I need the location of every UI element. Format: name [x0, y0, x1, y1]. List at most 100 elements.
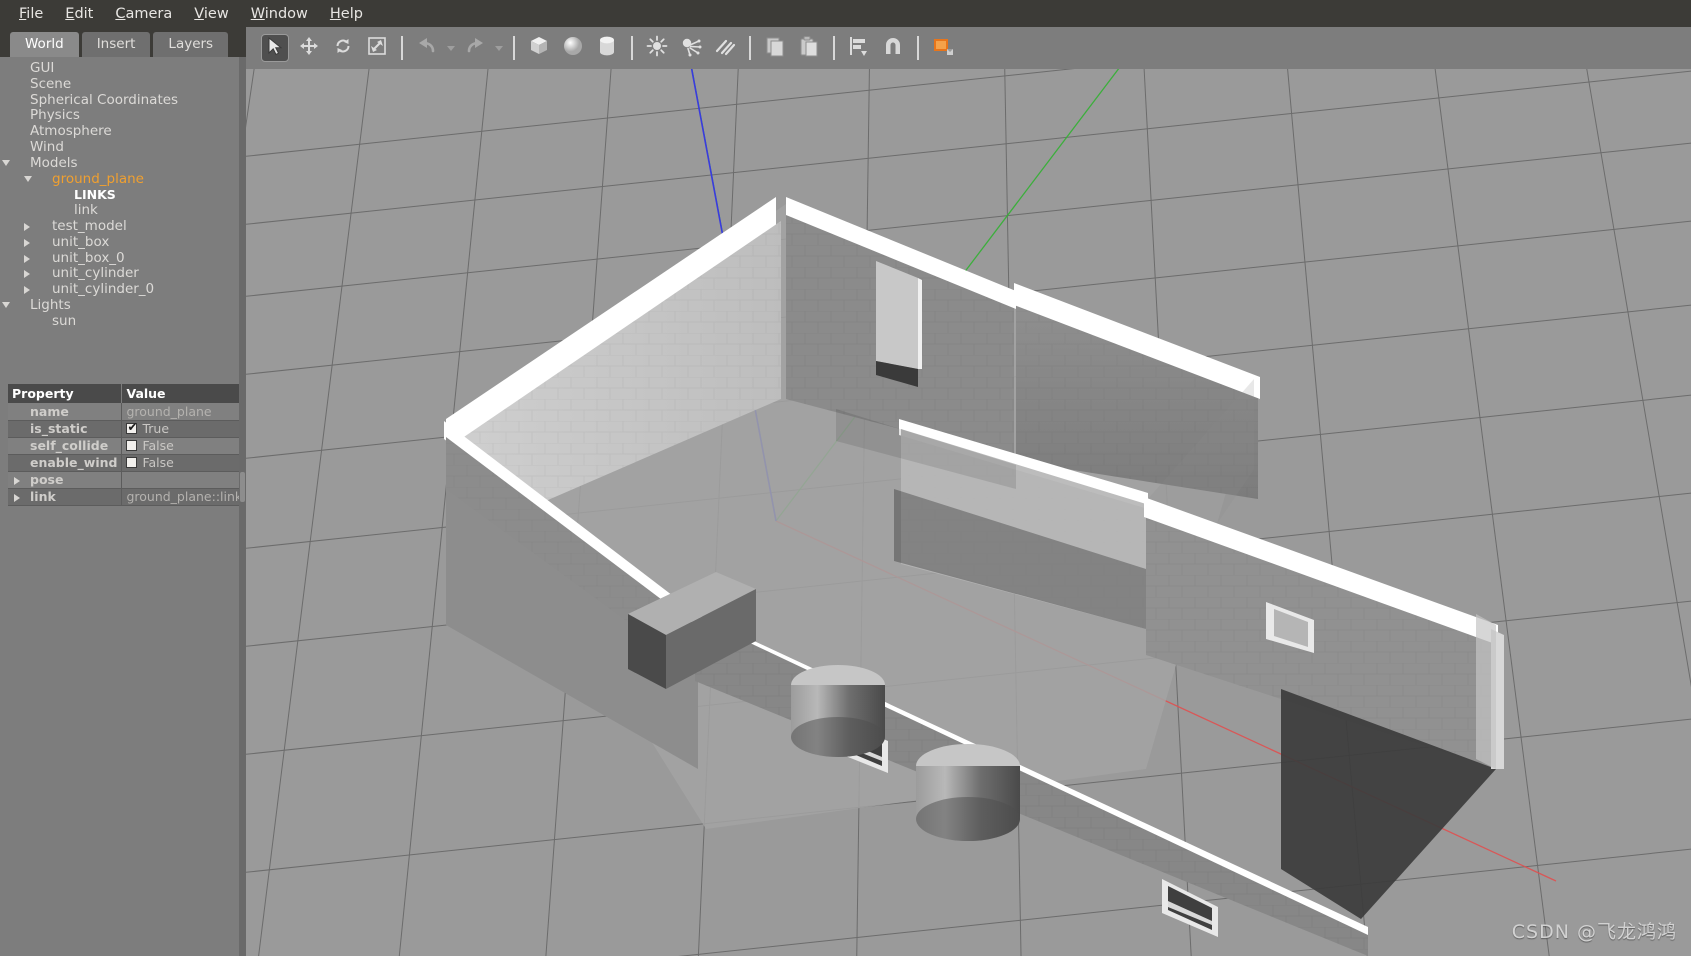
property-value-cell[interactable]: False [121, 437, 248, 455]
redo-arrow-icon [464, 36, 486, 60]
tree-item-label: link [74, 202, 98, 219]
panel-scrollbar[interactable] [239, 57, 246, 956]
menu-view[interactable]: View [183, 3, 239, 25]
copy-button[interactable] [761, 34, 789, 62]
render-viewport[interactable]: CSDN @飞龙鸿鸿 [246, 69, 1691, 956]
translate-mode-button[interactable] [295, 34, 323, 62]
tree-item-unit-cylinder[interactable]: unit_cylinder [0, 266, 243, 282]
property-name: pose [30, 472, 64, 487]
panel-tab-insert[interactable]: Insert [81, 32, 151, 57]
world-tree[interactable]: GUI Scene Spherical Coordinates Physics Atmo… [0, 57, 243, 377]
menu-camera[interactable]: Camera [104, 3, 183, 25]
rotate-arrows-icon [333, 36, 353, 60]
panel-tab-world[interactable]: World [10, 32, 79, 57]
panel-scrollbar-thumb[interactable] [240, 472, 245, 502]
tree-item-sun[interactable]: sun [0, 312, 243, 330]
undo-history[interactable] [444, 36, 458, 60]
tree-item-gui[interactable]: GUI [0, 60, 243, 77]
copy-icon [764, 35, 786, 61]
undo-button[interactable] [413, 34, 441, 62]
align-button[interactable] [845, 34, 873, 62]
tree-item-models[interactable]: Models [0, 154, 243, 172]
undo-arrow-icon [416, 36, 438, 60]
rotate-mode-button[interactable] [329, 34, 357, 62]
tree-item-label: Scene [30, 75, 72, 92]
property-value-cell[interactable]: True [121, 420, 248, 438]
chevron-right-icon[interactable] [24, 222, 30, 231]
chevron-down-icon[interactable] [24, 175, 32, 182]
tree-item-links[interactable]: LINKS [0, 187, 243, 203]
tree-item-spherical-coordinates[interactable]: Spherical Coordinates [0, 92, 243, 109]
scale-mode-button[interactable] [363, 34, 391, 62]
panel-tab-layers[interactable]: Layers [153, 32, 229, 57]
scene-3d[interactable] [246, 69, 1691, 956]
menu-file[interactable]: File [8, 3, 54, 25]
view-layers-button[interactable] [929, 34, 957, 62]
redo-history[interactable] [492, 36, 506, 60]
select-mode-button[interactable] [261, 34, 289, 62]
watermark: CSDN @飞龙鸿鸿 [1511, 921, 1677, 943]
tree-item-label: sun [52, 312, 77, 329]
tree-item-test-model[interactable]: test_model [0, 218, 243, 235]
insert-sphere-button[interactable] [559, 34, 587, 62]
tree-item-unit-cylinder-0[interactable]: unit_cylinder_0 [0, 281, 243, 298]
property-value[interactable]: ground_plane [121, 403, 248, 421]
property-name: name [8, 403, 123, 421]
tree-item-unit-box-0[interactable]: unit_box_0 [0, 250, 243, 267]
doorway-opening [876, 261, 918, 369]
property-value[interactable]: ground_plane::link [121, 488, 248, 506]
tree-item-label: LINKS [74, 187, 116, 203]
value-header: Value [121, 384, 248, 403]
chevron-right-icon[interactable] [24, 254, 30, 263]
insert-directional-light-button[interactable] [711, 34, 739, 62]
toolbar-separator [513, 36, 515, 60]
property-table: Property Value name ground_plane is_static… [8, 384, 248, 506]
toolbar-separator [833, 36, 835, 60]
property-row[interactable]: enable_wind False [8, 454, 248, 472]
chevron-right-icon[interactable] [24, 270, 30, 279]
cylinder-icon [596, 35, 618, 61]
tree-item-label: Wind [30, 138, 64, 155]
property-value[interactable] [121, 471, 248, 489]
menu-window[interactable]: Window [240, 3, 319, 25]
chevron-down-icon[interactable] [2, 159, 10, 166]
property-name: self_collide [8, 437, 123, 455]
property-row[interactable]: self_collide False [8, 437, 248, 455]
checkbox-enable_wind[interactable] [126, 457, 138, 468]
tree-item-label: Models [30, 154, 78, 171]
chevron-right-icon[interactable] [24, 238, 30, 247]
property-row[interactable]: pose [8, 471, 248, 489]
tree-item-scene[interactable]: Scene [0, 75, 243, 93]
checkbox-self_collide[interactable] [126, 440, 138, 451]
insert-point-light-button[interactable] [643, 34, 671, 62]
property-value: True [142, 421, 170, 436]
chevron-down-icon[interactable] [2, 301, 10, 308]
insert-cylinder-button[interactable] [593, 34, 621, 62]
property-row[interactable]: is_static True [8, 420, 248, 438]
insert-box-button[interactable] [525, 34, 553, 62]
snap-button[interactable] [879, 34, 907, 62]
main-toolbar [246, 27, 1691, 69]
chevron-right-icon[interactable] [14, 493, 20, 502]
chevron-right-icon[interactable] [14, 476, 20, 485]
menu-edit[interactable]: Edit [54, 3, 104, 25]
redo-button[interactable] [461, 34, 489, 62]
menu-help[interactable]: Help [319, 3, 374, 25]
tree-item-ground-plane[interactable]: ground_plane [0, 170, 243, 188]
chevron-right-icon[interactable] [24, 286, 30, 295]
tree-item-atmosphere[interactable]: Atmosphere [0, 123, 243, 140]
tree-item-label: ground_plane [52, 170, 144, 187]
tree-item-unit-box[interactable]: unit_box [0, 234, 243, 251]
tree-item-link[interactable]: link [0, 202, 243, 219]
paste-button[interactable] [795, 34, 823, 62]
property-value-cell[interactable]: False [121, 454, 248, 472]
property-row[interactable]: name ground_plane [8, 403, 248, 421]
tree-item-lights[interactable]: Lights [0, 297, 243, 314]
tree-item-physics[interactable]: Physics [0, 108, 243, 124]
property-row[interactable]: link ground_plane::link [8, 488, 248, 506]
panel-tab-bar: World Insert Layers [0, 27, 246, 57]
menu-file-rest: ile [26, 5, 44, 22]
checkbox-is_static[interactable] [126, 421, 138, 434]
insert-spot-light-button[interactable] [677, 34, 705, 62]
tree-item-wind[interactable]: Wind [0, 138, 243, 156]
